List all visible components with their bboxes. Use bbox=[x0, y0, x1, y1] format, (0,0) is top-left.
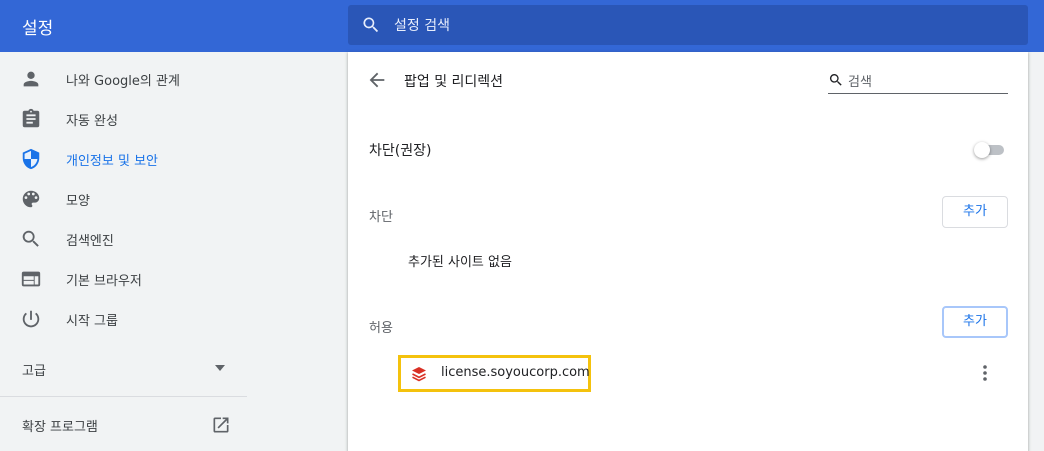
allow-add-button[interactable]: 추가 bbox=[942, 306, 1008, 338]
sidebar-item-label: 자동 완성 bbox=[66, 114, 118, 129]
palette-icon bbox=[22, 190, 40, 208]
sidebar-item-appearance[interactable]: 모양 bbox=[0, 180, 247, 220]
sidebar-item-autofill[interactable]: 자동 완성 bbox=[0, 100, 247, 140]
sidebar-item-label: 모양 bbox=[66, 194, 90, 209]
search-icon bbox=[22, 230, 39, 247]
block-section-label: 차단 bbox=[369, 210, 393, 225]
app-title: 설정 bbox=[22, 19, 54, 39]
sidebar: 나와 Google의 관계 자동 완성 개인정보 및 보안 모양 검색엔진 기본… bbox=[0, 52, 247, 451]
block-empty-text: 추가된 사이트 없음 bbox=[408, 255, 512, 270]
sidebar-item-privacy-security[interactable]: 개인정보 및 보안 bbox=[0, 140, 247, 180]
sidebar-item-default-browser[interactable]: 기본 브라우저 bbox=[0, 260, 247, 300]
block-recommended-label: 차단(권장) bbox=[369, 143, 432, 159]
allowed-site-row[interactable]: license.soyoucorp.com bbox=[398, 355, 591, 392]
search-icon bbox=[363, 17, 379, 33]
search-placeholder: 설정 검색 bbox=[394, 18, 450, 34]
settings-search-input[interactable]: 설정 검색 bbox=[348, 5, 1028, 45]
back-arrow-icon[interactable] bbox=[366, 69, 388, 91]
sidebar-item-label: 개인정보 및 보안 bbox=[66, 154, 158, 169]
search-icon bbox=[829, 74, 842, 86]
block-popups-toggle[interactable] bbox=[974, 142, 1006, 158]
browser-window-icon bbox=[21, 271, 41, 287]
site-search-input[interactable]: 검색 bbox=[828, 70, 1008, 94]
site-search-placeholder: 검색 bbox=[848, 75, 872, 90]
open-in-new-icon bbox=[213, 417, 229, 433]
sidebar-item-you-and-google[interactable]: 나와 Google의 관계 bbox=[0, 60, 247, 100]
power-icon bbox=[22, 310, 40, 328]
site-favicon-icon bbox=[412, 367, 426, 382]
block-add-button[interactable]: 추가 bbox=[942, 196, 1008, 228]
sidebar-item-search-engine[interactable]: 검색엔진 bbox=[0, 220, 247, 260]
popups-redirects-card: 팝업 및 리디렉션 검색 차단(권장) 차단 추가 추가된 사이트 없음 허용 … bbox=[348, 52, 1028, 451]
sidebar-item-label: 시작 그룹 bbox=[66, 314, 118, 329]
more-vert-icon[interactable] bbox=[977, 364, 993, 382]
clipboard-icon bbox=[22, 108, 40, 128]
sidebar-item-on-startup[interactable]: 시작 그룹 bbox=[0, 300, 247, 340]
sidebar-divider bbox=[0, 396, 247, 397]
extensions-link[interactable]: 확장 프로그램 bbox=[0, 410, 247, 444]
advanced-section-toggle[interactable]: 고급 bbox=[0, 352, 247, 386]
sidebar-item-label: 검색엔진 bbox=[66, 234, 114, 249]
advanced-label: 고급 bbox=[22, 364, 46, 379]
page-title: 팝업 및 리디렉션 bbox=[404, 74, 504, 90]
sidebar-item-label: 나와 Google의 관계 bbox=[66, 74, 180, 89]
shield-icon bbox=[22, 148, 40, 170]
allow-section-label: 허용 bbox=[369, 321, 393, 336]
top-bar: 설정 설정 검색 bbox=[0, 0, 1044, 52]
toggle-knob bbox=[974, 142, 990, 158]
allowed-site-url: license.soyoucorp.com bbox=[441, 365, 590, 380]
person-icon bbox=[23, 71, 39, 87]
sidebar-item-label: 기본 브라우저 bbox=[66, 274, 142, 289]
caret-down-icon bbox=[215, 365, 225, 371]
extensions-label: 확장 프로그램 bbox=[22, 420, 98, 435]
